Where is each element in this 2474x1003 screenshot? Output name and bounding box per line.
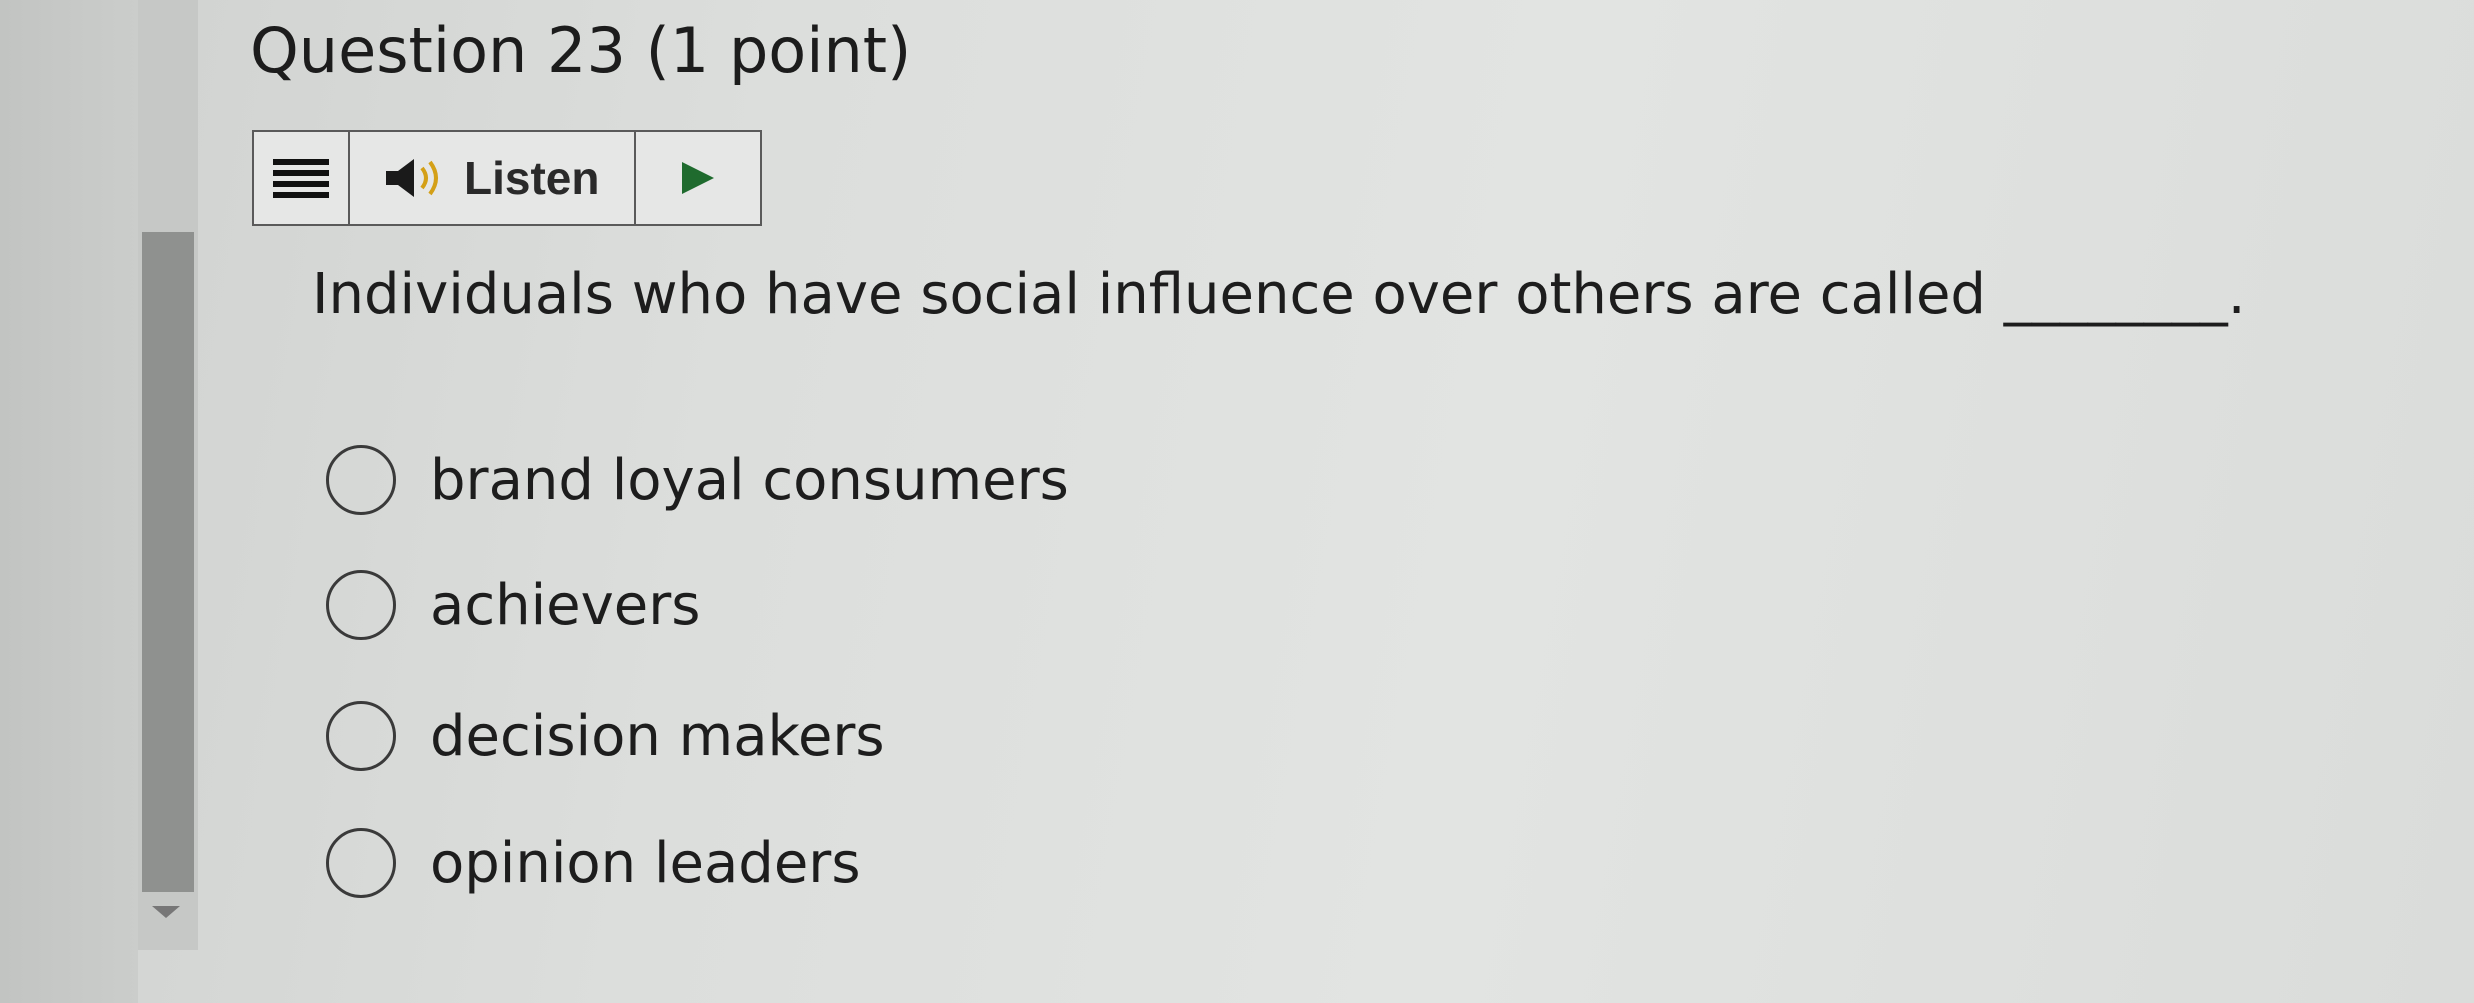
option-decision-makers[interactable]: decision makers [326, 696, 885, 776]
scroll-down-arrow-icon[interactable] [152, 906, 180, 918]
radio-button[interactable] [326, 828, 396, 898]
option-brand-loyal-consumers[interactable]: brand loyal consumers [326, 440, 1069, 520]
option-label: opinion leaders [430, 830, 861, 896]
question-text: Individuals who have social influence ov… [312, 262, 2246, 327]
question-title: Question 23 (1 point) [250, 14, 912, 87]
option-label: achievers [430, 572, 701, 638]
scrollbar-thumb[interactable] [142, 232, 194, 892]
listen-toolbar: Listen [252, 130, 762, 226]
play-button[interactable] [636, 132, 760, 224]
play-icon [682, 162, 714, 194]
menu-icon[interactable] [254, 132, 350, 224]
option-opinion-leaders[interactable]: opinion leaders [326, 823, 861, 903]
radio-button[interactable] [326, 701, 396, 771]
listen-label: Listen [464, 152, 600, 204]
listen-button[interactable]: Listen [350, 132, 636, 224]
radio-button[interactable] [326, 570, 396, 640]
radio-button[interactable] [326, 445, 396, 515]
speaker-icon [386, 159, 438, 197]
option-label: decision makers [430, 703, 885, 769]
option-achievers[interactable]: achievers [326, 565, 700, 645]
option-label: brand loyal consumers [430, 447, 1069, 513]
left-panel [0, 0, 138, 1003]
